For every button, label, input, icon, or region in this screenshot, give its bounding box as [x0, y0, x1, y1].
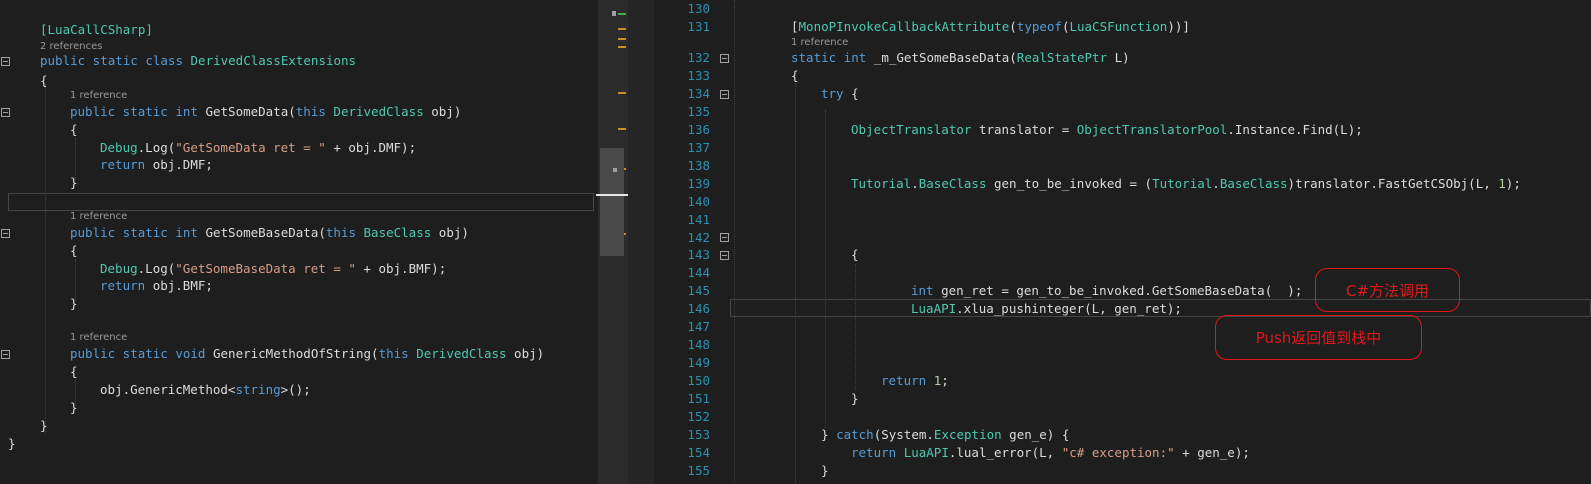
scroll-marker — [618, 13, 626, 15]
code-line: } — [851, 391, 859, 406]
code-line: obj.GenericMethod<string>(); — [100, 382, 311, 397]
method-declaration: static int _m_GetSomeBaseData(RealStateP… — [791, 50, 1130, 65]
collapse-toggle-icon[interactable] — [1, 350, 10, 359]
left-code-editor[interactable]: [LuaCallCSharp] 2 references public stat… — [0, 0, 598, 484]
code-line: } — [40, 418, 48, 433]
indent-guide — [45, 84, 46, 434]
line-number: 147 — [687, 319, 710, 334]
collapse-toggle-icon[interactable] — [1, 108, 10, 117]
codelens-references[interactable]: 2 references — [40, 41, 103, 52]
code-line: try { — [821, 86, 859, 101]
method-declaration: public static int GetSomeData(this Deriv… — [70, 104, 462, 119]
collapse-toggle-icon[interactable] — [1, 229, 10, 238]
collapse-toggle-icon[interactable] — [720, 251, 729, 260]
code-line: return obj.BMF; — [100, 278, 213, 293]
indent-guide — [734, 0, 735, 484]
collapse-toggle-icon[interactable] — [1, 57, 10, 66]
annotation-call: C#方法调用 — [1315, 268, 1460, 312]
code-line: Tutorial.BaseClass gen_to_be_invoked = (… — [851, 176, 1521, 191]
scroll-marker — [612, 11, 616, 16]
collapse-toggle-icon[interactable] — [720, 54, 729, 63]
code-line: } — [70, 296, 78, 311]
code-line: return obj.DMF; — [100, 157, 213, 172]
collapse-toggle-icon[interactable] — [720, 233, 729, 242]
line-number: 148 — [687, 337, 710, 352]
indent-guide — [795, 83, 796, 483]
line-number: 132 — [687, 50, 710, 65]
code-line: { — [70, 122, 78, 137]
code-line: } — [70, 175, 78, 190]
line-number: 133 — [687, 68, 710, 83]
line-number: 151 — [687, 391, 710, 406]
current-line-highlight — [8, 193, 594, 211]
code-line: { — [851, 247, 859, 262]
code-line: ObjectTranslator translator = ObjectTran… — [851, 122, 1363, 137]
method-declaration: public static int GetSomeBaseData(this B… — [70, 225, 469, 240]
scroll-marker — [618, 28, 626, 30]
codelens-references[interactable]: 1 reference — [70, 332, 127, 343]
scroll-marker — [618, 46, 626, 48]
codelens-references[interactable]: 1 reference — [70, 90, 127, 101]
scroll-marker — [613, 168, 617, 172]
line-number: 135 — [687, 104, 710, 119]
class-declaration: public static class DerivedClassExtensio… — [40, 53, 357, 68]
line-number: 134 — [687, 86, 710, 101]
code-line: return LuaAPI.lual_error(L, "c# exceptio… — [851, 445, 1250, 460]
attribute-line: [LuaCallCSharp] — [40, 22, 153, 37]
line-number: 152 — [687, 409, 710, 424]
code-line: { — [791, 68, 799, 83]
code-line: } — [8, 436, 16, 451]
method-declaration: public static void GenericMethodOfString… — [70, 346, 545, 361]
line-number: 144 — [687, 265, 710, 280]
scroll-marker — [618, 38, 626, 40]
code-line: return 1; — [881, 373, 949, 388]
line-number: 136 — [687, 122, 710, 137]
pane-splitter[interactable] — [628, 0, 654, 484]
scroll-marker — [618, 92, 626, 94]
code-line: { — [40, 73, 48, 88]
code-line-push-result: LuaAPI.xlua_pushinteger(L, gen_ret); — [911, 301, 1182, 316]
indent-guide — [75, 138, 76, 180]
annotation-push: Push返回值到栈中 — [1215, 315, 1422, 360]
line-number: 141 — [687, 212, 710, 227]
codelens-references[interactable]: 1 reference — [70, 211, 127, 222]
code-line: } catch(System.Exception gen_e) { — [821, 427, 1070, 442]
line-number: 138 — [687, 158, 710, 173]
codelens-references[interactable]: 1 reference — [791, 37, 848, 48]
line-number: 146 — [687, 301, 710, 316]
line-number: 139 — [687, 176, 710, 191]
code-line-method-call: int gen_ret = gen_to_be_invoked.GetSomeB… — [911, 283, 1303, 298]
attribute-line: [MonoPInvokeCallbackAttribute(typeof(Lua… — [791, 19, 1190, 34]
code-line: } — [70, 400, 78, 415]
code-line: } — [821, 463, 829, 478]
line-number: 137 — [687, 140, 710, 155]
line-number: 131 — [687, 19, 710, 34]
indent-guide — [75, 259, 76, 301]
line-number: 142 — [687, 230, 710, 245]
code-line: { — [70, 243, 78, 258]
code-line: Debug.Log("GetSomeBaseData ret = " + obj… — [100, 261, 447, 276]
indent-guide — [825, 110, 826, 428]
code-line: { — [70, 364, 78, 379]
line-number: 130 — [687, 1, 710, 16]
line-number: 150 — [687, 373, 710, 388]
indent-guide — [855, 264, 856, 390]
line-number: 149 — [687, 355, 710, 370]
collapse-toggle-icon[interactable] — [720, 90, 729, 99]
line-number: 140 — [687, 194, 710, 209]
caret-position-marker — [596, 194, 628, 196]
line-number: 153 — [687, 427, 710, 442]
scrollbar-thumb[interactable] — [600, 148, 624, 256]
line-number: 145 — [687, 283, 710, 298]
right-code-editor[interactable]: 130 131 132 133 134 135 136 137 138 139 … — [654, 0, 1591, 484]
line-number: 155 — [687, 463, 710, 478]
scroll-marker — [618, 128, 626, 130]
line-number: 143 — [687, 247, 710, 262]
code-line: Debug.Log("GetSomeData ret = " + obj.DMF… — [100, 140, 417, 155]
line-number: 154 — [687, 445, 710, 460]
